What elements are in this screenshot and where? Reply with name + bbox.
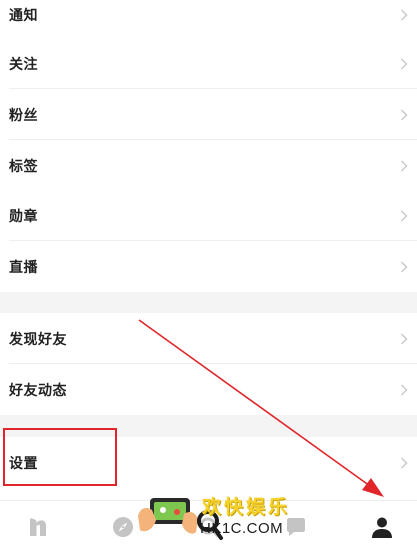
- chevron-right-icon: [401, 261, 408, 272]
- chevron-right-icon: [401, 457, 408, 468]
- menu-item-label: 粉丝: [9, 107, 38, 124]
- search-icon[interactable]: [197, 515, 221, 539]
- menu-item-notifications[interactable]: 通知: [0, 0, 417, 40]
- chevron-right-icon: [401, 109, 408, 120]
- chevron-right-icon: [401, 210, 408, 221]
- chevron-right-icon: [401, 333, 408, 344]
- menu-item-label: 直播: [9, 259, 38, 276]
- menu-item-tags[interactable]: 标签: [0, 140, 417, 191]
- home-n-icon[interactable]: [26, 515, 50, 539]
- menu-item-label: 标签: [9, 158, 38, 175]
- settings-highlight-box: [3, 428, 117, 486]
- menu-item-label: 发现好友: [9, 331, 67, 348]
- compass-icon[interactable]: [111, 515, 135, 539]
- menu-item-live[interactable]: 直播: [0, 241, 417, 292]
- chevron-right-icon: [401, 58, 408, 69]
- chevron-right-icon: [401, 384, 408, 395]
- menu-item-following[interactable]: 关注: [0, 38, 417, 89]
- menu-item-discover-friends[interactable]: 发现好友: [0, 313, 417, 364]
- menu-item-badges[interactable]: 勋章: [0, 190, 417, 241]
- message-icon[interactable]: [284, 515, 308, 539]
- menu-item-label: 勋章: [9, 208, 38, 225]
- profile-icon[interactable]: [370, 515, 394, 539]
- menu-item-fans[interactable]: 粉丝: [0, 89, 417, 140]
- menu-item-label: 通知: [9, 7, 38, 24]
- section-gap: [0, 292, 417, 313]
- chevron-right-icon: [401, 9, 408, 20]
- menu-item-label: 好友动态: [9, 382, 67, 399]
- bottom-tab-bar: [0, 500, 417, 546]
- menu-item-label: 关注: [9, 56, 38, 73]
- chevron-right-icon: [401, 160, 408, 171]
- menu-item-friend-activity[interactable]: 好友动态: [0, 364, 417, 415]
